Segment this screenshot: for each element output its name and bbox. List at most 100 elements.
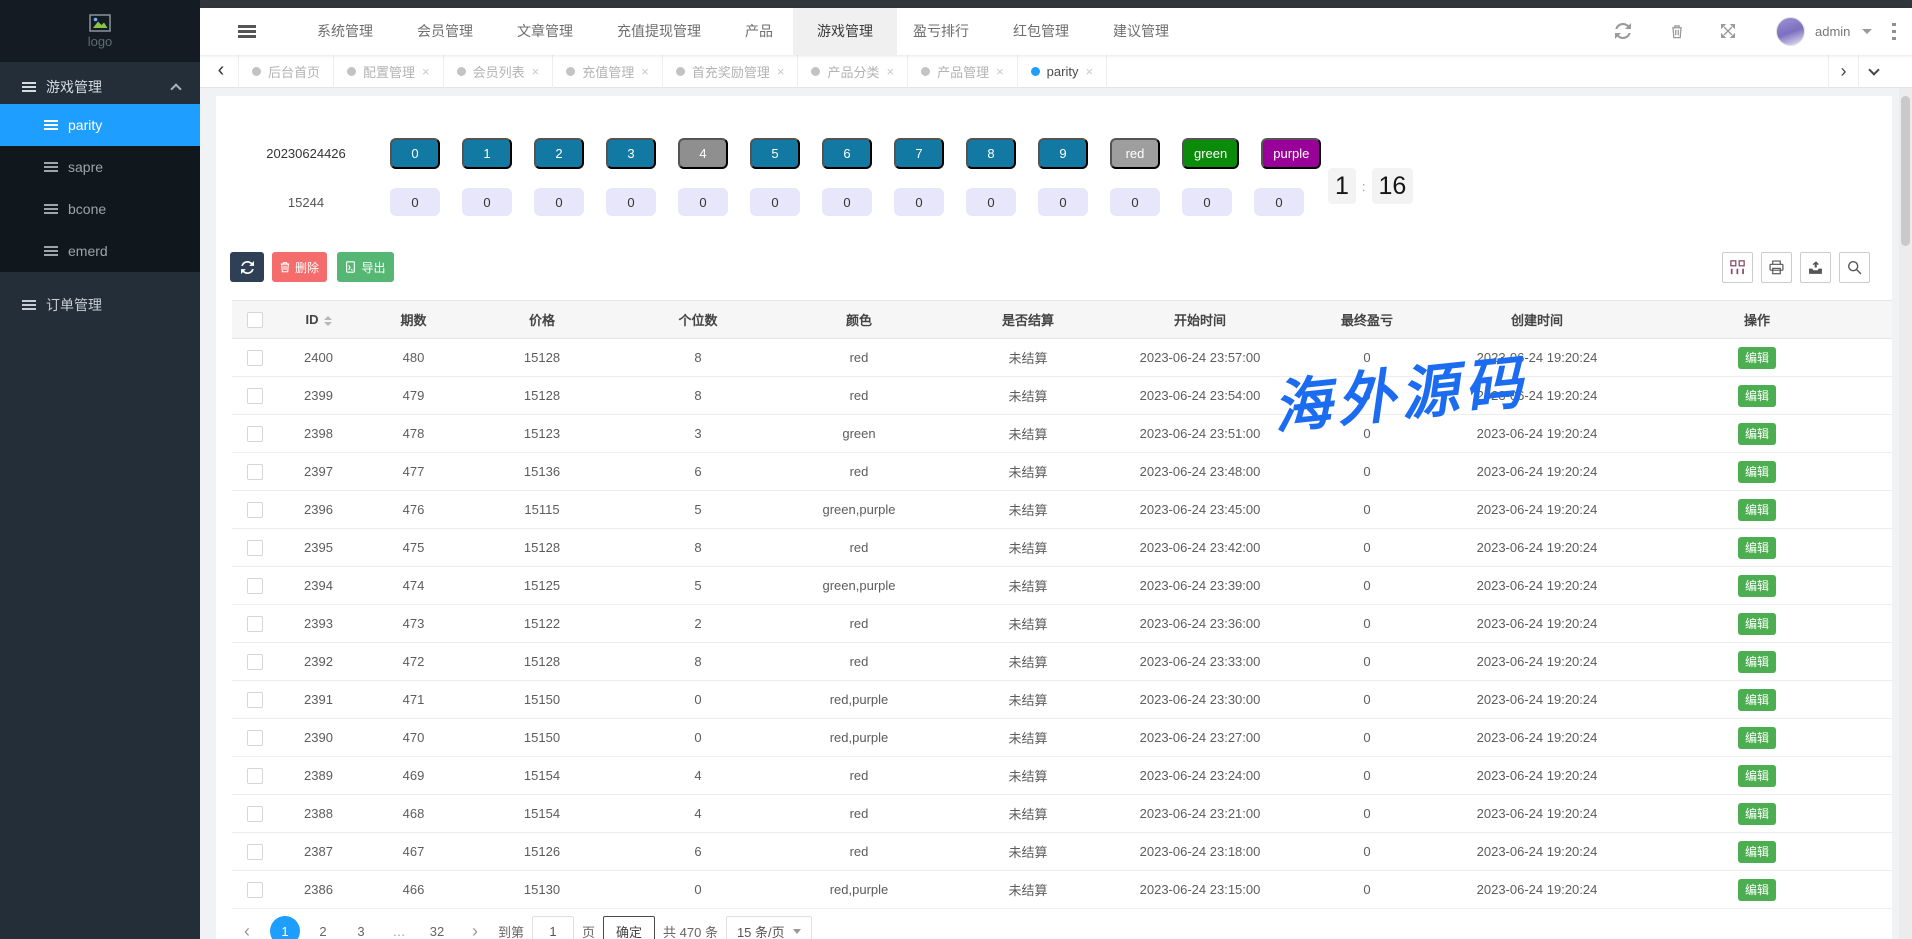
row-checkbox[interactable] <box>247 502 263 518</box>
tab-充值管理[interactable]: 充值管理× <box>553 55 663 88</box>
row-checkbox[interactable] <box>247 882 263 898</box>
nav-item-6[interactable]: 盈亏排行 <box>889 8 993 55</box>
sidebar-item-bcone[interactable]: bcone <box>0 188 200 230</box>
row-checkbox[interactable] <box>247 730 263 746</box>
edit-button[interactable]: 编辑 <box>1738 537 1776 559</box>
vertical-scrollbar[interactable] <box>1899 88 1912 939</box>
pick-button-0[interactable]: 0 <box>390 138 440 169</box>
more-menu-icon[interactable] <box>1892 23 1896 41</box>
row-checkbox[interactable] <box>247 768 263 784</box>
pick-button-8[interactable]: 8 <box>966 138 1016 169</box>
row-checkbox[interactable] <box>247 388 263 404</box>
sidebar-group-order-management[interactable]: 订单管理 <box>0 288 200 322</box>
fullscreen-icon[interactable] <box>1718 21 1738 41</box>
per-page-select[interactable]: 15 条/页 <box>726 916 812 939</box>
row-checkbox[interactable] <box>247 844 263 860</box>
pick-button-7[interactable]: 7 <box>894 138 944 169</box>
pick-button-9[interactable]: 9 <box>1038 138 1088 169</box>
export-file-icon[interactable] <box>1800 252 1831 283</box>
edit-button[interactable]: 编辑 <box>1738 765 1776 787</box>
tab-产品管理[interactable]: 产品管理× <box>908 55 1018 88</box>
page-number-1[interactable]: 1 <box>270 916 300 939</box>
search-icon[interactable] <box>1839 252 1870 283</box>
row-checkbox[interactable] <box>247 350 263 366</box>
edit-button[interactable]: 编辑 <box>1738 499 1776 521</box>
close-icon[interactable]: × <box>532 64 540 79</box>
scrollbar-thumb[interactable] <box>1901 96 1910 246</box>
pick-button-4[interactable]: 4 <box>678 138 728 169</box>
row-checkbox[interactable] <box>247 616 263 632</box>
chevron-down-icon[interactable] <box>1862 29 1872 34</box>
delete-button[interactable]: 删除 <box>272 252 327 282</box>
nav-item-0[interactable]: 系统管理 <box>293 8 397 55</box>
edit-button[interactable]: 编辑 <box>1738 385 1776 407</box>
page-next-icon[interactable]: › <box>460 916 490 939</box>
user-avatar[interactable] <box>1776 17 1805 46</box>
edit-button[interactable]: 编辑 <box>1738 803 1776 825</box>
page-prev-icon[interactable]: ‹ <box>232 916 262 939</box>
pick-button-purple[interactable]: purple <box>1261 138 1321 169</box>
pick-button-red[interactable]: red <box>1110 138 1160 169</box>
sidebar-item-emerd[interactable]: emerd <box>0 230 200 272</box>
tab-后台首页[interactable]: 后台首页 <box>238 55 334 88</box>
edit-button[interactable]: 编辑 <box>1738 727 1776 749</box>
page-number-3[interactable]: 3 <box>346 916 376 939</box>
user-name[interactable]: admin <box>1815 8 1850 55</box>
edit-button[interactable]: 编辑 <box>1738 689 1776 711</box>
confirm-button[interactable]: 确定 <box>603 916 655 939</box>
nav-item-7[interactable]: 红包管理 <box>989 8 1093 55</box>
row-checkbox[interactable] <box>247 806 263 822</box>
goto-page-input[interactable] <box>532 916 574 939</box>
nav-item-3[interactable]: 充值提现管理 <box>593 8 725 55</box>
nav-item-2[interactable]: 文章管理 <box>493 8 597 55</box>
pick-button-2[interactable]: 2 <box>534 138 584 169</box>
edit-button[interactable]: 编辑 <box>1738 575 1776 597</box>
nav-item-4[interactable]: 产品 <box>721 8 797 55</box>
page-number-32[interactable]: 32 <box>422 916 452 939</box>
print-icon[interactable] <box>1761 252 1792 283</box>
nav-item-8[interactable]: 建议管理 <box>1089 8 1193 55</box>
pick-button-green[interactable]: green <box>1182 138 1239 169</box>
tab-产品分类[interactable]: 产品分类× <box>798 55 908 88</box>
row-checkbox[interactable] <box>247 540 263 556</box>
refresh-button[interactable] <box>230 252 264 282</box>
row-checkbox[interactable] <box>247 464 263 480</box>
export-button[interactable]: 导出 <box>337 252 394 282</box>
edit-button[interactable]: 编辑 <box>1738 423 1776 445</box>
tabs-scroll-left-icon[interactable]: ‹ <box>208 55 234 88</box>
tab-首充奖励管理[interactable]: 首充奖励管理× <box>663 55 799 88</box>
row-checkbox[interactable] <box>247 654 263 670</box>
row-checkbox[interactable] <box>247 578 263 594</box>
sort-icon[interactable] <box>324 316 332 326</box>
pick-button-6[interactable]: 6 <box>822 138 872 169</box>
close-icon[interactable]: × <box>422 64 430 79</box>
edit-button[interactable]: 编辑 <box>1738 879 1776 901</box>
edit-button[interactable]: 编辑 <box>1738 347 1776 369</box>
tab-parity[interactable]: parity× <box>1018 55 1107 88</box>
edit-button[interactable]: 编辑 <box>1738 841 1776 863</box>
sidebar-item-parity[interactable]: parity <box>0 104 200 146</box>
columns-icon[interactable] <box>1722 252 1753 283</box>
trash-icon[interactable] <box>1667 21 1687 41</box>
tabs-dropdown-icon[interactable] <box>1858 55 1888 88</box>
edit-button[interactable]: 编辑 <box>1738 613 1776 635</box>
close-icon[interactable]: × <box>777 64 785 79</box>
refresh-icon[interactable] <box>1613 21 1633 41</box>
sidebar-item-sapre[interactable]: sapre <box>0 146 200 188</box>
tab-配置管理[interactable]: 配置管理× <box>334 55 444 88</box>
menu-toggle-icon[interactable] <box>238 25 256 38</box>
row-checkbox[interactable] <box>247 692 263 708</box>
page-number-2[interactable]: 2 <box>308 916 338 939</box>
nav-item-1[interactable]: 会员管理 <box>393 8 497 55</box>
tabs-scroll-right-icon[interactable]: › <box>1828 55 1858 88</box>
close-icon[interactable]: × <box>886 64 894 79</box>
close-icon[interactable]: × <box>641 64 649 79</box>
tab-会员列表[interactable]: 会员列表× <box>444 55 554 88</box>
close-icon[interactable]: × <box>1085 64 1093 79</box>
edit-button[interactable]: 编辑 <box>1738 651 1776 673</box>
pick-button-1[interactable]: 1 <box>462 138 512 169</box>
pick-button-5[interactable]: 5 <box>750 138 800 169</box>
row-checkbox[interactable] <box>247 426 263 442</box>
select-all-checkbox[interactable] <box>247 312 263 328</box>
edit-button[interactable]: 编辑 <box>1738 461 1776 483</box>
